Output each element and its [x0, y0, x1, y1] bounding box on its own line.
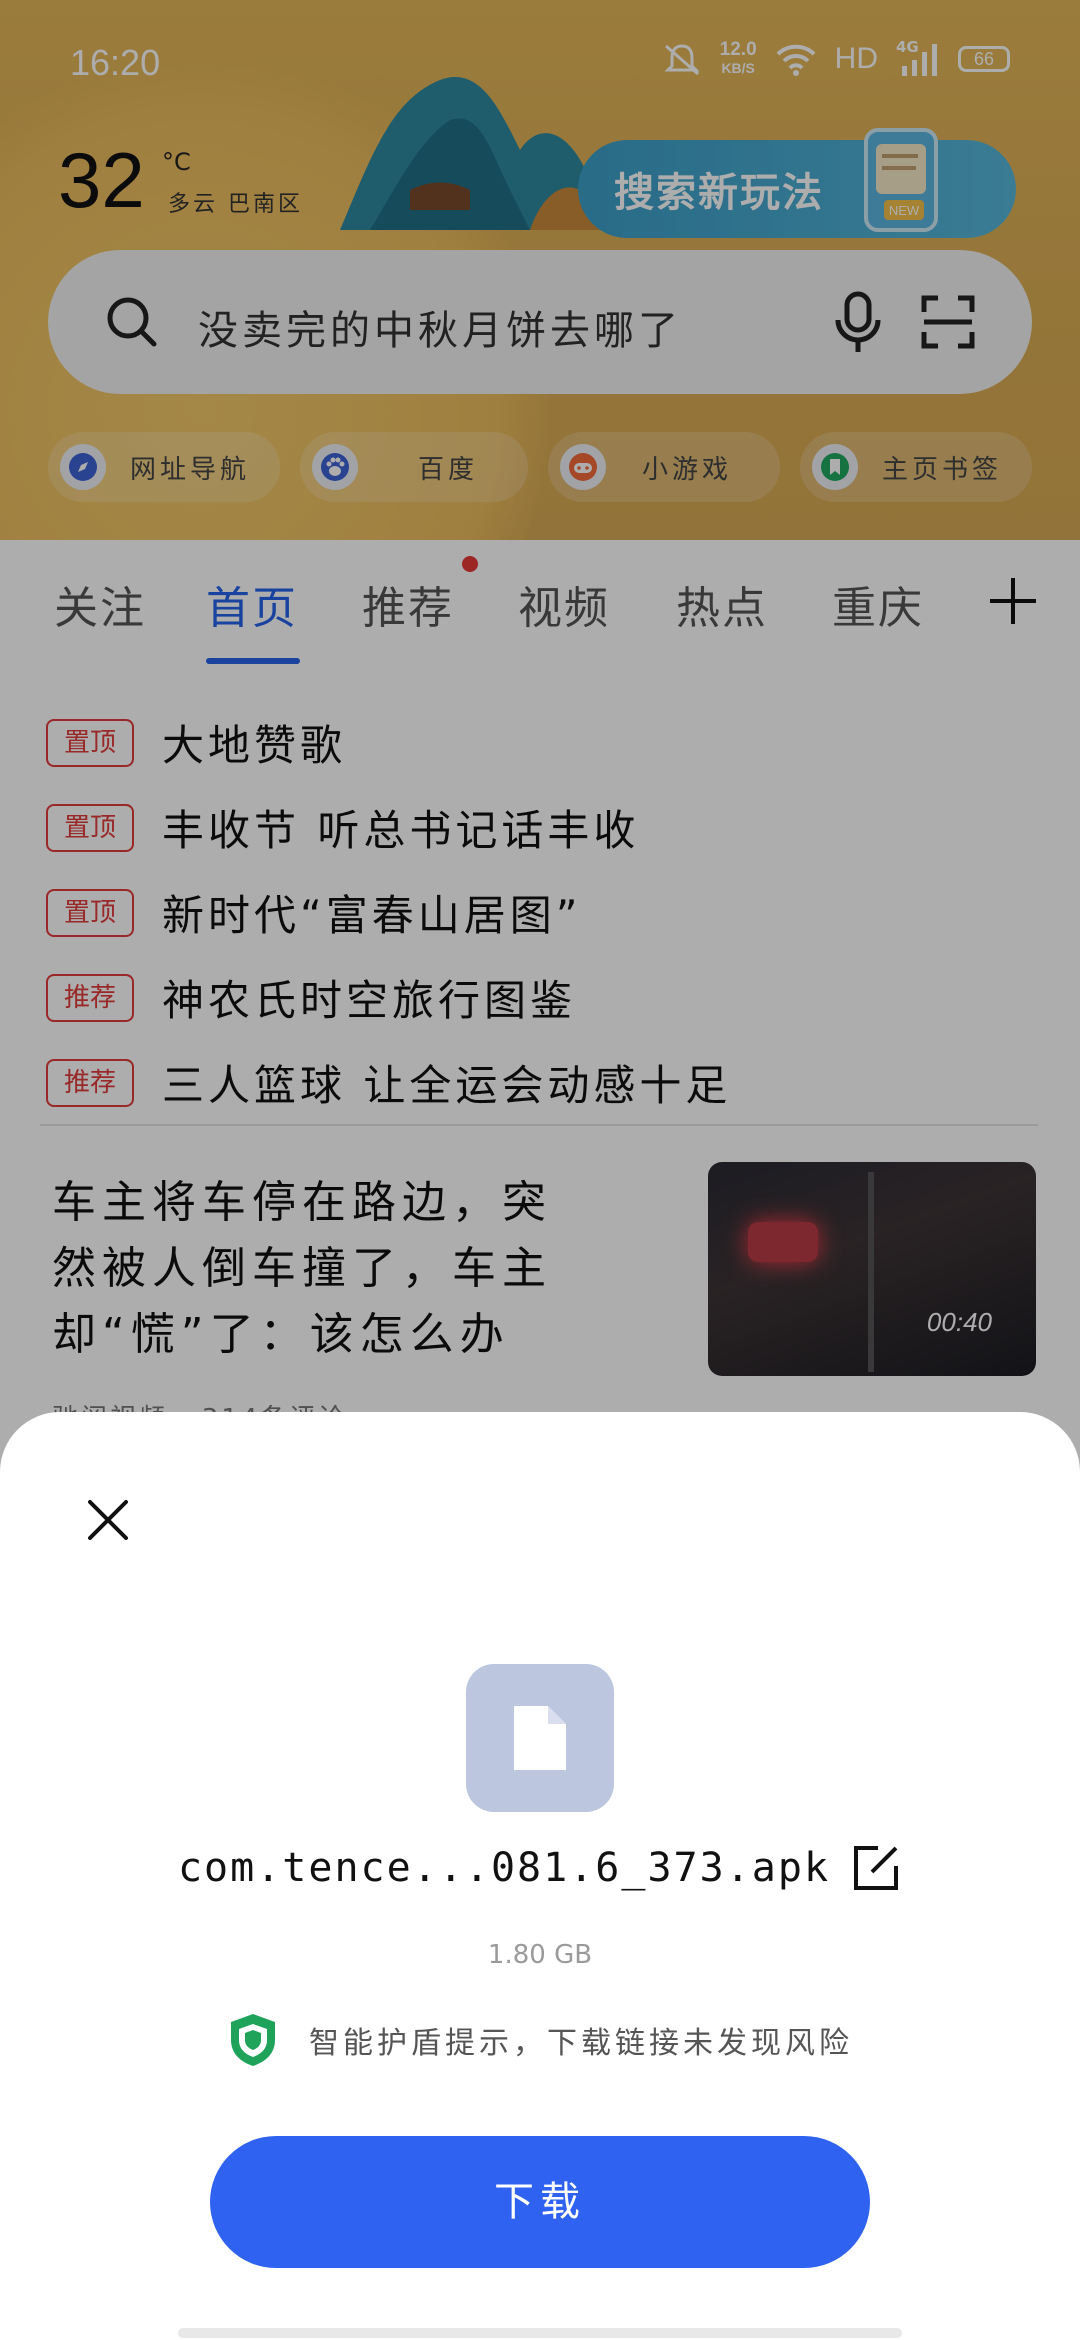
- file-icon: [466, 1664, 614, 1812]
- shield-icon: [231, 2014, 275, 2066]
- edit-icon[interactable]: [850, 1842, 902, 1894]
- download-sheet: com.tence...081.6_373.apk 1.80 GB 智能护盾提示…: [0, 1412, 1080, 2340]
- filename-row: com.tence...081.6_373.apk: [0, 1842, 1080, 1894]
- download-button[interactable]: 下载: [210, 2136, 870, 2268]
- home-indicator[interactable]: [178, 2328, 902, 2338]
- safety-tip-text: 智能护盾提示，下载链接未发现风险: [309, 2026, 853, 2061]
- safety-tip-row: 智能护盾提示，下载链接未发现风险: [0, 2012, 1080, 2068]
- close-icon[interactable]: [84, 1496, 132, 1544]
- file-size: 1.80 GB: [487, 1940, 593, 1970]
- document-icon: [514, 1706, 566, 1770]
- file-name: com.tence...081.6_373.apk: [177, 1845, 831, 1891]
